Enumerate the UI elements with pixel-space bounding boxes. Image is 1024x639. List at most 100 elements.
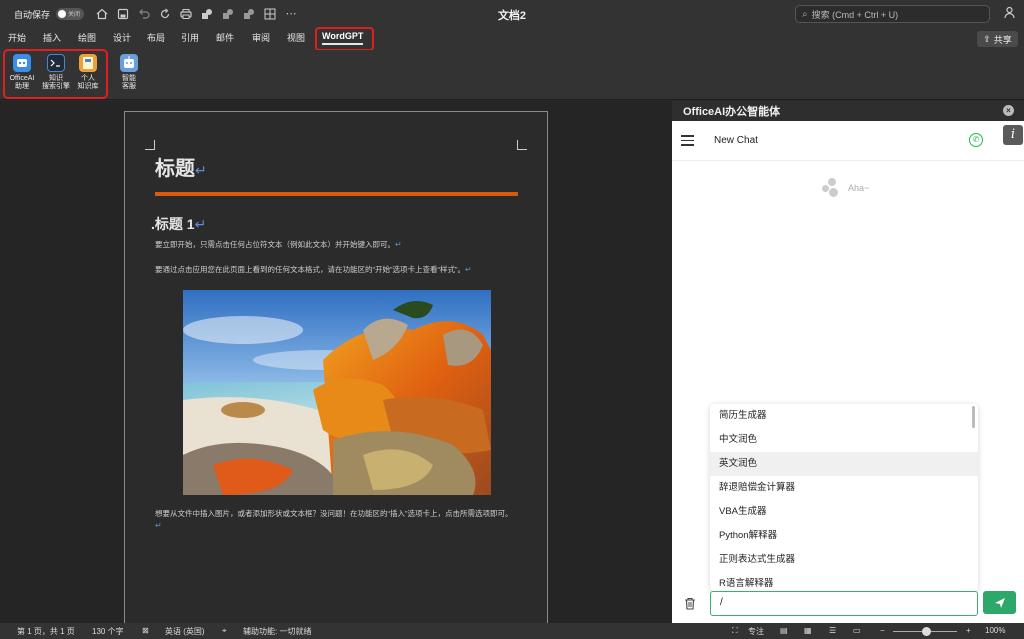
autosave-state: 关闭 (68, 12, 81, 18)
save-icon[interactable] (117, 8, 129, 20)
redo-icon[interactable] (159, 8, 171, 20)
paragraph-mark: ↵ (194, 216, 207, 232)
tab-home[interactable]: 开始 (8, 31, 26, 44)
search-placeholder: 搜索 (Cmd + Ctrl + U) (811, 9, 899, 20)
chat-title: New Chat (714, 135, 758, 146)
heading-1[interactable]: .标题 1↵ (151, 214, 206, 234)
tab-insert[interactable]: 插入 (43, 31, 61, 44)
accessibility-status[interactable]: 辅助功能: 一切就绪 (243, 626, 311, 637)
ribbon-tabs: 开始 插入 绘图 设计 布局 引用 邮件 审阅 视图 WordGPT (0, 28, 1024, 50)
tab-mailings[interactable]: 邮件 (216, 31, 234, 44)
document-image[interactable] (183, 290, 491, 495)
shapes-icon-2[interactable] (222, 8, 234, 20)
tab-references[interactable]: 引用 (181, 31, 199, 44)
close-icon[interactable]: × (1003, 105, 1014, 116)
share-label: 共享 (993, 34, 1012, 45)
corner-mark (517, 140, 527, 150)
info-icon[interactable]: i (1003, 125, 1023, 145)
zoom-in-icon[interactable]: + (966, 626, 971, 635)
dropdown-scrollbar[interactable] (972, 406, 975, 428)
dropdown-item-english-polish[interactable]: 英文润色 (710, 452, 978, 476)
empty-chat-placeholder: Aha~ (822, 178, 869, 198)
paragraph-mark: ↵ (465, 265, 472, 274)
word-count[interactable]: 130 个字 (92, 626, 124, 637)
dropdown-item-vba-generator[interactable]: VBA生成器 (710, 500, 978, 524)
draft-view-icon[interactable]: ▭ (853, 626, 861, 635)
ribbon-label: 智能 (122, 75, 136, 82)
command-dropdown: 简历生成器 中文润色 英文润色 辞退赔偿金计算器 VBA生成器 Python解释… (710, 404, 978, 591)
dropdown-item-severance-calculator[interactable]: 辞退赔偿金计算器 (710, 476, 978, 500)
zoom-slider-handle[interactable] (922, 627, 931, 636)
highlight-box-tab (315, 27, 374, 51)
table-icon[interactable] (264, 8, 276, 20)
bubbles-icon (822, 178, 844, 198)
print-layout-icon[interactable]: ▤ (780, 626, 788, 635)
search-icon: ⌕ (802, 8, 808, 20)
tab-view[interactable]: 视图 (287, 31, 305, 44)
accessibility-icon[interactable]: ⌖ (222, 626, 227, 636)
shapes-icon[interactable] (201, 8, 213, 20)
body-paragraph-3[interactable]: 想要从文件中插入图片，或者添加形状或文本框？没问题！在功能区的“插入”选项卡上，… (155, 508, 515, 532)
dropdown-item-regex-generator[interactable]: 正则表达式生成器 (710, 548, 978, 572)
send-icon (994, 597, 1005, 608)
language[interactable]: 英语 (英国) (165, 626, 205, 637)
dropdown-item-r-interpreter[interactable]: R语言解释器 (710, 572, 978, 591)
outline-view-icon[interactable]: ☰ (829, 626, 836, 635)
web-layout-icon[interactable]: ▦ (804, 626, 812, 635)
panel-title: OfficeAI办公智能体 (683, 106, 781, 118)
title-text: 标题 (155, 158, 195, 180)
zoom-level[interactable]: 100% (985, 626, 1005, 635)
placeholder-text: Aha~ (848, 183, 870, 193)
title-bar: 自动保存 关闭 ⋯ 文档2 ⌕ 搜索 (Cmd + Ctrl + U) (0, 0, 1024, 28)
title-underline (155, 192, 518, 196)
send-button[interactable] (983, 591, 1016, 614)
proofing-icon[interactable]: ⊠ (142, 626, 149, 635)
menu-icon[interactable] (681, 135, 694, 149)
status-bar: 第 1 页，共 1 页 130 个字 ⊠ 英语 (英国) ⌖ 辅助功能: 一切就… (0, 623, 1024, 639)
trash-icon[interactable] (684, 597, 696, 610)
whatsapp-icon[interactable]: ✆ (969, 133, 983, 147)
smart-service-button[interactable]: 智能 客服 (111, 54, 147, 91)
doc-title-heading[interactable]: 标题↵ (155, 152, 207, 181)
home-icon[interactable] (96, 8, 108, 20)
highlight-box-ribbon (3, 49, 108, 99)
dropdown-item-python-interpreter[interactable]: Python解释器 (710, 524, 978, 548)
chat-input[interactable]: / (710, 591, 978, 616)
paragraph-mark: ↵ (195, 162, 207, 178)
chat-header: New Chat ✆ i (672, 121, 1024, 161)
more-icon[interactable]: ⋯ (285, 8, 297, 20)
share-button[interactable]: ⇪ 共享 (977, 31, 1018, 47)
body-paragraph-2[interactable]: 要通过点击应用您在此页面上看到的任何文本格式，请在功能区的“开始”选项卡上查看“… (155, 264, 520, 276)
document-page[interactable]: 标题↵ .标题 1↵ 要立即开始，只需点击任何占位符文本（例如此文本）并开始键入… (124, 111, 548, 639)
focus-icon[interactable]: ⛶ (732, 626, 738, 636)
print-icon[interactable] (180, 8, 192, 20)
paragraph-text: 要立即开始，只需点击任何占位符文本（例如此文本）并开始键入即可。 (155, 240, 395, 249)
dropdown-item-chinese-polish[interactable]: 中文润色 (710, 428, 978, 452)
share-icon: ⇪ (983, 33, 991, 44)
page-count: 第 1 页，共 1 页 (17, 627, 75, 636)
ribbon-label: 客服 (122, 83, 136, 90)
corner-mark (145, 140, 155, 150)
tab-layout[interactable]: 布局 (147, 31, 165, 44)
autosave-toggle[interactable]: 关闭 (56, 8, 85, 20)
paragraph-mark: ↵ (155, 521, 162, 530)
tab-design[interactable]: 设计 (113, 31, 131, 44)
tab-draw[interactable]: 绘图 (78, 31, 96, 44)
dropdown-item-resume-generator[interactable]: 简历生成器 (710, 404, 978, 428)
shapes-icon-3[interactable] (243, 8, 255, 20)
zoom-out-icon[interactable]: − (880, 626, 885, 635)
officeai-panel: New Chat ✆ i Aha~ 简历生成器 中文润色 英文润色 辞退赔偿金计… (672, 121, 1024, 623)
heading-1-text: .标题 1 (151, 216, 195, 232)
panel-header: OfficeAI办公智能体 × (672, 101, 1024, 121)
autosave-label: 自动保存 (14, 9, 51, 20)
account-icon[interactable] (1003, 6, 1016, 22)
search-input[interactable]: ⌕ 搜索 (Cmd + Ctrl + U) (795, 5, 990, 23)
document-canvas[interactable]: 标题↵ .标题 1↵ 要立即开始，只需点击任何占位符文本（例如此文本）并开始键入… (0, 101, 672, 639)
focus-label[interactable]: 专注 (748, 626, 764, 637)
tab-review[interactable]: 审阅 (252, 31, 270, 44)
body-paragraph-1[interactable]: 要立即开始，只需点击任何占位符文本（例如此文本）并开始键入即可。↵ (155, 239, 520, 251)
undo-icon[interactable] (138, 8, 150, 20)
service-bot-icon (120, 54, 138, 72)
toggle-knob (58, 10, 67, 18)
paragraph-text: 要通过点击应用您在此页面上看到的任何文本格式，请在功能区的“开始”选项卡上查看“… (155, 265, 465, 274)
